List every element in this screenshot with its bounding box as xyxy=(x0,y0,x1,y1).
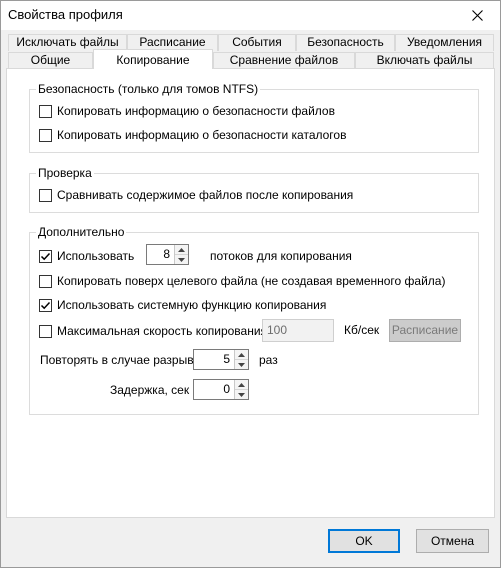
tab-compare-files[interactable]: Сравнение файлов xyxy=(213,52,355,69)
overwrite-target-checkbox[interactable] xyxy=(39,274,52,288)
tab-row-1: Исключать файлы Расписание События Безоп… xyxy=(6,34,496,51)
arrow-up-icon xyxy=(178,247,185,252)
tab-row-2: Общие Копирование Сравнение файлов Включ… xyxy=(6,49,496,69)
copy-dir-security-label: Копировать информацию о безопасности кат… xyxy=(57,128,347,142)
use-threads-option[interactable]: Использовать xyxy=(39,248,134,264)
threads-down-arrow[interactable] xyxy=(175,254,188,264)
window-title: Свойства профиля xyxy=(8,7,123,22)
tab-security[interactable]: Безопасность xyxy=(296,34,395,51)
copy-file-security-checkbox[interactable] xyxy=(39,104,52,118)
threads-up-arrow[interactable] xyxy=(175,245,188,254)
threads-count-spinner[interactable]: 8 xyxy=(146,244,189,265)
delay-label: Задержка, сек xyxy=(110,383,190,397)
arrow-up-icon xyxy=(238,352,245,357)
security-group-title: Безопасность (только для томов NTFS) xyxy=(36,82,261,96)
retry-count-spinner[interactable]: 5 xyxy=(193,349,249,370)
tab-events[interactable]: События xyxy=(218,34,296,51)
retry-label: Повторять в случае разрыва xyxy=(40,353,201,367)
delay-down-arrow[interactable] xyxy=(235,389,248,399)
tab-general[interactable]: Общие xyxy=(8,52,93,69)
tab-copying[interactable]: Копирование xyxy=(93,49,213,69)
tab-include-files[interactable]: Включать файлы xyxy=(355,52,494,69)
retry-up-arrow[interactable] xyxy=(235,350,248,359)
max-speed-label: Максимальная скорость копирования xyxy=(57,324,268,338)
max-speed-unit: Кб/сек xyxy=(344,323,380,337)
retry-count-value[interactable]: 5 xyxy=(194,350,234,369)
copy-file-security-option[interactable]: Копировать информацию о безопасности фай… xyxy=(39,103,335,119)
checkmark-icon xyxy=(40,301,51,309)
arrow-down-icon xyxy=(238,362,245,367)
verify-group: Проверка Сравнивать содержимое файлов по… xyxy=(29,166,479,213)
close-icon xyxy=(472,10,483,21)
title-bar: Свойства профиля xyxy=(1,1,500,30)
system-copy-option[interactable]: Использовать системную функцию копирован… xyxy=(39,297,326,313)
checkmark-icon xyxy=(40,252,51,260)
tab-notifications[interactable]: Уведомления xyxy=(395,34,494,51)
copying-tab-panel: Безопасность (только для томов NTFS) Коп… xyxy=(6,68,495,518)
system-copy-checkbox[interactable] xyxy=(39,298,52,312)
cancel-button[interactable]: Отмена xyxy=(416,529,489,553)
advanced-group-title: Дополнительно xyxy=(36,225,127,239)
threads-suffix-label: потоков для копирования xyxy=(210,249,352,263)
verify-group-title: Проверка xyxy=(36,166,94,180)
overwrite-target-label: Копировать поверх целевого файла (не соз… xyxy=(57,274,446,288)
arrow-up-icon xyxy=(238,382,245,387)
arrow-down-icon xyxy=(178,257,185,262)
arrow-down-icon xyxy=(238,392,245,397)
system-copy-label: Использовать системную функцию копирован… xyxy=(57,298,327,312)
profile-properties-window: Свойства профиля Исключать файлы Расписа… xyxy=(0,0,501,568)
retry-unit: раз xyxy=(259,353,278,367)
ok-button[interactable]: OK xyxy=(328,529,400,553)
compare-contents-option[interactable]: Сравнивать содержимое файлов после копир… xyxy=(39,187,353,203)
use-threads-label: Использовать xyxy=(57,249,135,263)
retry-down-arrow[interactable] xyxy=(235,359,248,369)
max-speed-option[interactable]: Максимальная скорость копирования xyxy=(39,323,267,339)
close-button[interactable] xyxy=(455,1,500,30)
threads-count-value[interactable]: 8 xyxy=(147,245,174,264)
copy-dir-security-option[interactable]: Копировать информацию о безопасности кат… xyxy=(39,127,346,143)
compare-contents-checkbox[interactable] xyxy=(39,188,52,202)
security-group: Безопасность (только для томов NTFS) Коп… xyxy=(29,82,479,153)
delay-value[interactable]: 0 xyxy=(194,380,234,399)
copy-file-security-label: Копировать информацию о безопасности фай… xyxy=(57,104,335,118)
delay-spinner[interactable]: 0 xyxy=(193,379,249,400)
max-speed-input[interactable]: 100 xyxy=(262,319,334,342)
copy-dir-security-checkbox[interactable] xyxy=(39,128,52,142)
speed-schedule-button[interactable]: Расписание xyxy=(389,319,461,342)
delay-up-arrow[interactable] xyxy=(235,380,248,389)
compare-contents-label: Сравнивать содержимое файлов после копир… xyxy=(57,188,354,202)
use-threads-checkbox[interactable] xyxy=(39,249,52,263)
overwrite-target-option[interactable]: Копировать поверх целевого файла (не соз… xyxy=(39,273,445,289)
max-speed-checkbox[interactable] xyxy=(39,324,52,338)
advanced-group: Дополнительно Использовать 8 потоков для… xyxy=(29,225,479,415)
